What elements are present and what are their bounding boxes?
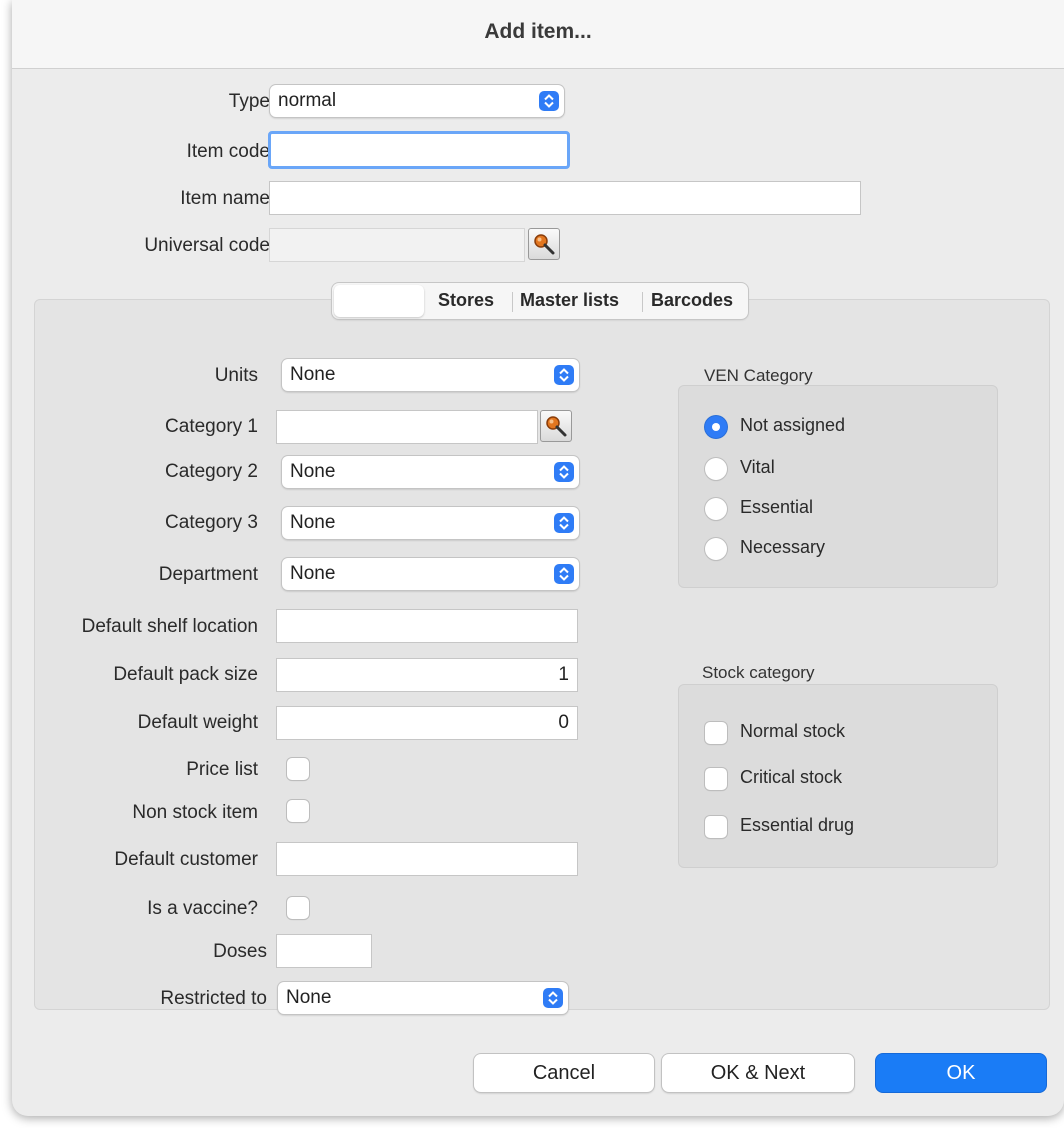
units-select[interactable]: None [282, 359, 579, 391]
add-item-dialog: Add item... Type normal Item code Item n… [12, 0, 1064, 1116]
item-code-label: Item code [186, 141, 270, 162]
search-magnifier-icon [546, 416, 567, 437]
department-select[interactable]: None [282, 558, 579, 590]
tab-separator [512, 292, 513, 312]
shelf-location-label: Default shelf location [81, 616, 258, 637]
price-list-label: Price list [186, 759, 258, 780]
category2-label: Category 2 [165, 461, 258, 482]
normal-stock-checkbox[interactable] [705, 722, 727, 744]
ok-button[interactable]: OK [876, 1054, 1046, 1092]
ok-next-button[interactable]: OK & Next [662, 1054, 854, 1092]
stepper-chevrons-icon [543, 988, 563, 1008]
non-stock-label: Non stock item [132, 802, 258, 823]
restricted-label: Restricted to [160, 988, 267, 1009]
tab-separator [642, 292, 643, 312]
stepper-chevrons-icon [554, 365, 574, 385]
tab-stores[interactable]: Stores [438, 290, 494, 311]
item-name-field[interactable] [269, 181, 861, 215]
critical-stock-checkbox[interactable] [705, 768, 727, 790]
stepper-chevrons-icon [554, 564, 574, 584]
type-label: Type [228, 91, 270, 112]
stock-category-title: Stock category [702, 663, 815, 682]
doses-field[interactable] [276, 934, 372, 968]
title-bar: Add item... [12, 0, 1064, 69]
pack-size-label: Default pack size [113, 664, 258, 685]
category1-label: Category 1 [165, 416, 258, 437]
category1-lookup-button[interactable] [540, 410, 572, 442]
dialog-title: Add item... [484, 20, 592, 43]
stepper-chevrons-icon [554, 462, 574, 482]
type-select[interactable]: normal [270, 85, 564, 117]
weight-field[interactable]: 0 [276, 706, 578, 740]
units-value: None [290, 364, 336, 385]
category1-field[interactable] [276, 410, 538, 444]
ven-option-label: Necessary [740, 537, 826, 557]
item-code-field[interactable] [268, 131, 570, 169]
item-name-label: Item name [180, 188, 270, 209]
category3-value: None [290, 512, 336, 533]
vaccine-label: Is a vaccine? [147, 898, 258, 919]
department-label: Department [158, 564, 258, 585]
weight-label: Default weight [137, 712, 258, 733]
customer-field[interactable] [276, 842, 578, 876]
ven-option-label: Not assigned [740, 415, 846, 435]
ven-radio-not-assigned[interactable] [705, 416, 727, 438]
vaccine-checkbox[interactable] [287, 897, 309, 919]
stock-option-label: Normal stock [740, 721, 846, 741]
tab-bar: Stores Master lists Barcodes [332, 283, 748, 319]
category3-select[interactable]: None [282, 507, 579, 539]
type-value: normal [278, 90, 337, 111]
ven-option-label: Vital [740, 457, 775, 477]
tab-master-lists[interactable]: Master lists [520, 290, 619, 311]
stock-option-label: Essential drug [740, 815, 855, 835]
restricted-value: None [286, 987, 332, 1008]
customer-label: Default customer [114, 849, 258, 870]
category3-label: Category 3 [165, 512, 258, 533]
stepper-chevrons-icon [539, 91, 559, 111]
tab-general[interactable] [334, 285, 424, 317]
ven-radio-essential[interactable] [705, 498, 727, 520]
category2-value: None [290, 461, 336, 482]
ven-radio-vital[interactable] [705, 458, 727, 480]
tab-barcodes[interactable]: Barcodes [651, 290, 733, 311]
ven-option-label: Essential [740, 497, 814, 517]
pack-size-field[interactable]: 1 [276, 658, 578, 692]
department-value: None [290, 563, 336, 584]
universal-code-label: Universal code [144, 235, 270, 256]
stepper-chevrons-icon [554, 513, 574, 533]
price-list-checkbox[interactable] [287, 758, 309, 780]
category2-select[interactable]: None [282, 456, 579, 488]
cancel-button[interactable]: Cancel [474, 1054, 654, 1092]
restricted-select[interactable]: None [278, 982, 568, 1014]
essential-drug-checkbox[interactable] [705, 816, 727, 838]
stock-option-label: Critical stock [740, 767, 843, 787]
ven-category-title: VEN Category [704, 366, 813, 385]
search-magnifier-icon [534, 234, 555, 255]
doses-label: Doses [213, 941, 267, 962]
universal-code-lookup-button[interactable] [528, 228, 560, 260]
ven-radio-necessary[interactable] [705, 538, 727, 560]
units-label: Units [214, 365, 258, 386]
non-stock-checkbox[interactable] [287, 800, 309, 822]
shelf-location-field[interactable] [276, 609, 578, 643]
universal-code-field [269, 228, 525, 262]
